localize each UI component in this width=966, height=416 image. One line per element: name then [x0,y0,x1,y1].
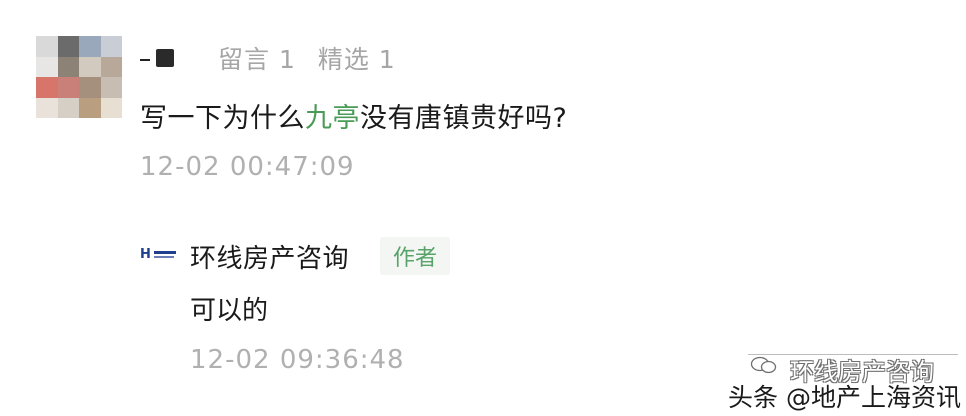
comment-text: 写一下为什么九亭没有唐镇贵好吗? [140,96,567,135]
comment-count: 留言 1 [218,45,296,74]
commenter-name[interactable] [140,49,190,67]
reply-text: 可以的 [190,296,269,326]
author-logo-icon: H [140,246,180,262]
reply-timestamp: 12-02 09:36:48 [190,345,405,375]
watermark-source: 头条 @地产上海资讯 [728,383,961,412]
comment-text-start: 写一下为什么 [140,103,305,134]
wechat-icon [750,356,777,374]
author-badge: 作者 [380,237,450,275]
comment-text-end: 没有唐镇贵好吗? [360,103,568,134]
featured-count: 精选 1 [317,45,396,74]
commenter-avatar[interactable] [36,36,122,118]
reply-author-name[interactable]: 环线房产咨询 [190,238,349,275]
comment-timestamp: 12-02 00:47:09 [140,152,355,182]
comment-text-highlight[interactable]: 九亭 [305,103,360,134]
comment-header: 留言 1 精选 1 [140,38,396,78]
